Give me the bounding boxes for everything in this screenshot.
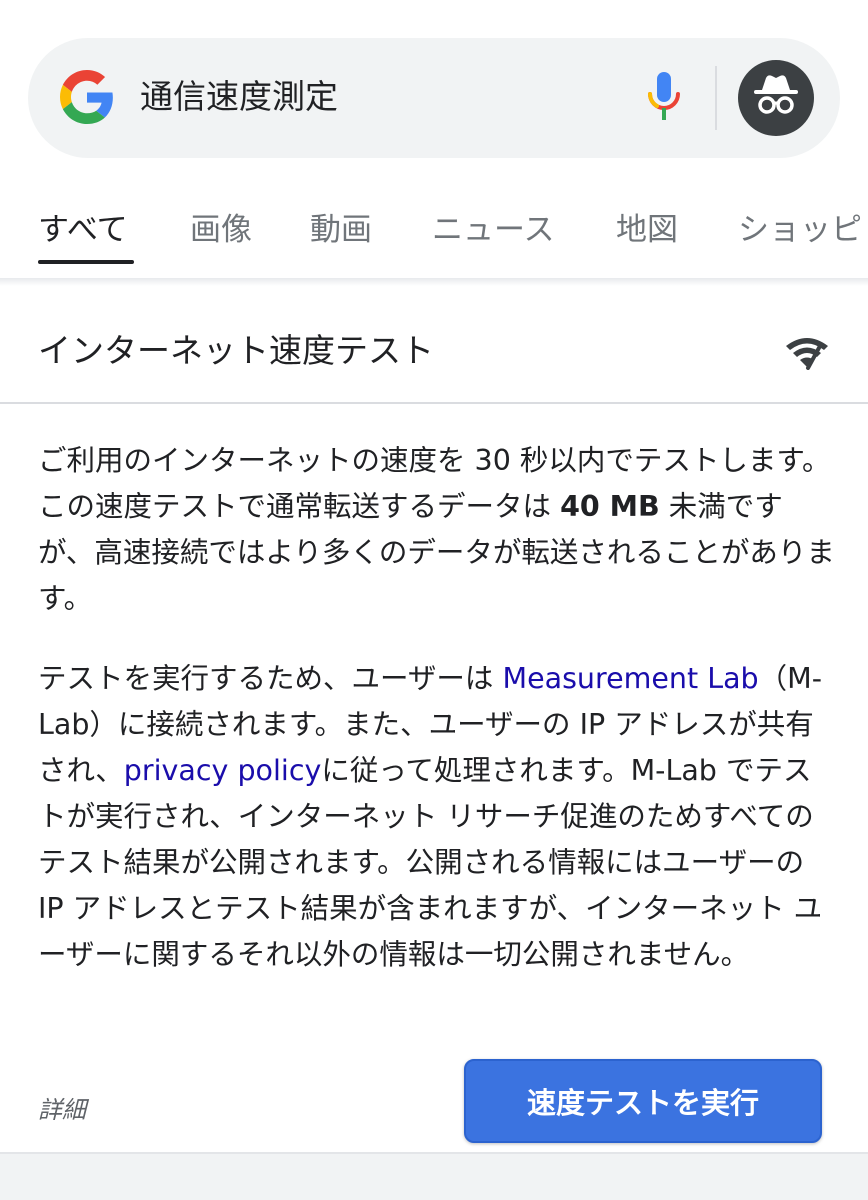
tab-all[interactable]: すべて (38, 208, 128, 252)
run-speed-test-button[interactable]: 速度テストを実行 (464, 1059, 822, 1143)
tab-news[interactable]: ニュース (432, 208, 554, 252)
tab-videos[interactable]: 動画 (310, 208, 372, 252)
wifi-speed-icon (786, 338, 828, 370)
tab-maps[interactable]: 地図 (616, 208, 678, 252)
search-tabs: すべて 画像 動画 ニュース 地図 ショッピ (0, 190, 868, 270)
tabs-shadow (0, 278, 868, 286)
card-divider (0, 402, 868, 404)
active-tab-indicator (38, 260, 134, 264)
microphone-icon[interactable] (645, 70, 683, 124)
tab-shopping[interactable]: ショッピ (738, 208, 862, 252)
description-paragraph: ご利用のインターネットの速度を 30 秒以内でテストします。この速度テストで通常… (38, 438, 838, 622)
data-size: 40 MB (560, 490, 660, 523)
search-bar-divider (715, 66, 717, 130)
incognito-avatar[interactable] (738, 60, 814, 136)
tab-images[interactable]: 画像 (190, 208, 252, 252)
privacy-policy-link[interactable]: privacy policy (124, 754, 322, 787)
bottom-background (0, 1152, 868, 1200)
privacy-paragraph: テストを実行するため、ユーザーは Measurement Lab（M-Lab）に… (38, 656, 838, 978)
para2-text-1: テストを実行するため、ユーザーは (38, 662, 503, 695)
card-title: インターネット速度テスト (38, 331, 434, 370)
measurement-lab-link[interactable]: Measurement Lab (503, 662, 759, 695)
bottom-divider (0, 1152, 868, 1154)
incognito-icon (754, 75, 798, 114)
google-g-icon (60, 70, 113, 124)
details-link[interactable]: 詳細 (38, 1090, 86, 1130)
search-query[interactable]: 通信速度測定 (140, 74, 338, 120)
